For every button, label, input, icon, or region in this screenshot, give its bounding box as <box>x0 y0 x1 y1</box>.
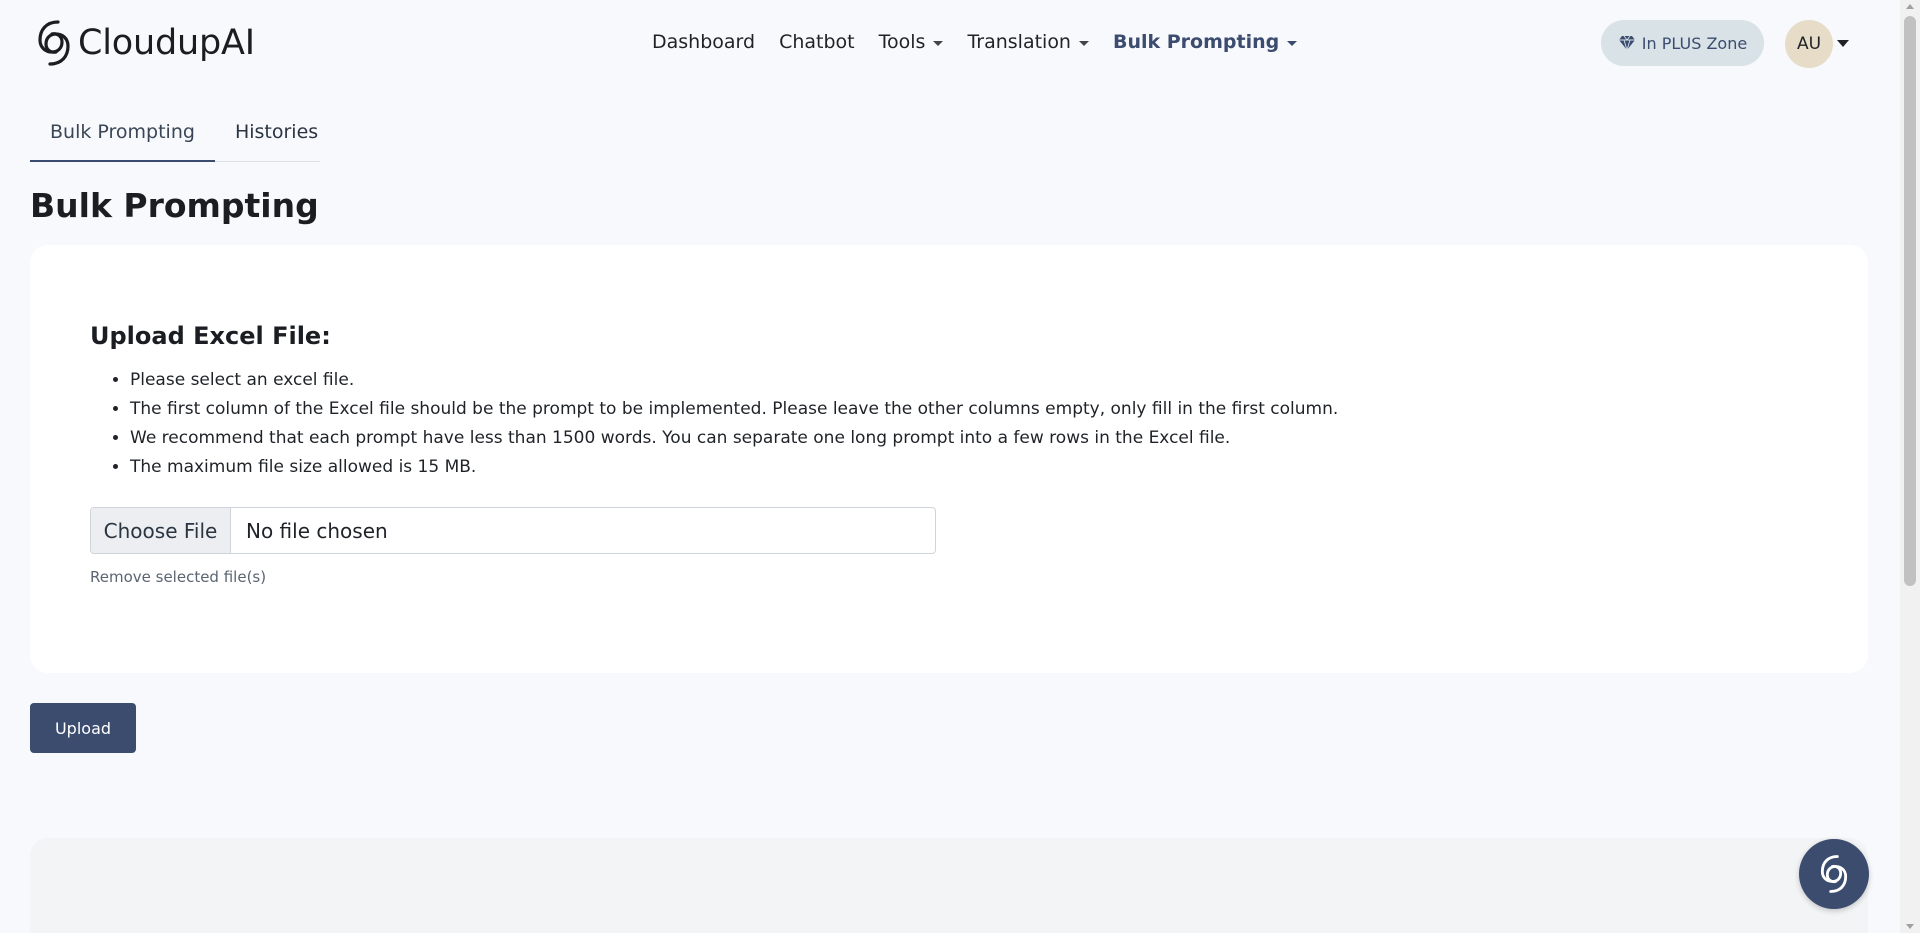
results-panel <box>30 838 1868 933</box>
file-chosen-status: No file chosen <box>246 518 388 543</box>
page-tabs: Bulk Prompting Histories <box>30 110 320 162</box>
tab-bulk-prompting[interactable]: Bulk Prompting <box>30 110 215 162</box>
remove-selected-files-link[interactable]: Remove selected file(s) <box>90 568 266 586</box>
nav-dashboard[interactable]: Dashboard <box>652 30 755 54</box>
nav-bulk-prompting-dropdown[interactable]: Bulk Prompting <box>1112 30 1298 54</box>
page: CloudupAI Dashboard Chatbot Tools Transl… <box>0 0 1920 933</box>
nav-tools-dropdown[interactable]: Tools <box>879 30 944 54</box>
cloudup-logo-icon <box>38 20 70 66</box>
excel-file-input[interactable]: Choose File No file chosen <box>90 507 936 554</box>
nav-chatbot[interactable]: Chatbot <box>779 30 855 54</box>
brand-logo[interactable]: CloudupAI <box>36 18 255 68</box>
avatar-initials: AU <box>1796 34 1822 54</box>
upload-button[interactable]: Upload <box>30 703 136 753</box>
instruction-item: The first column of the Excel file shoul… <box>130 395 1338 424</box>
upload-card: Upload Excel File: Please select an exce… <box>30 245 1868 673</box>
nav-tools-label: Tools <box>878 31 926 53</box>
choose-file-button[interactable]: Choose File <box>91 508 231 553</box>
tab-histories[interactable]: Histories <box>215 110 338 161</box>
scroll-down-arrow-icon[interactable] <box>1906 924 1914 929</box>
caret-down-icon <box>1078 40 1089 46</box>
user-menu-caret-icon[interactable] <box>1837 40 1849 47</box>
scroll-up-arrow-icon[interactable] <box>1906 4 1914 9</box>
main-nav: Dashboard Chatbot Tools Translation Bulk… <box>652 30 1298 54</box>
upload-card-title: Upload Excel File: <box>90 322 331 350</box>
top-navbar: CloudupAI Dashboard Chatbot Tools Transl… <box>0 0 1900 84</box>
diamond-icon <box>1618 35 1635 51</box>
plus-zone-badge[interactable]: In PLUS Zone <box>1601 20 1764 66</box>
nav-translation-dropdown[interactable]: Translation <box>967 30 1089 54</box>
user-avatar[interactable]: AU <box>1785 20 1833 68</box>
chat-assistant-button[interactable] <box>1799 839 1869 909</box>
nav-dashboard-label: Dashboard <box>652 31 756 53</box>
plus-zone-label: In PLUS Zone <box>1641 33 1748 53</box>
caret-down-icon <box>933 40 944 46</box>
brand-name: CloudupAI <box>78 23 255 63</box>
instructions-list: Please select an excel file. The first c… <box>130 366 1338 482</box>
nav-chatbot-label: Chatbot <box>779 31 855 53</box>
instruction-item: The maximum file size allowed is 15 MB. <box>130 453 1338 482</box>
page-title: Bulk Prompting <box>30 186 319 225</box>
instruction-item: We recommend that each prompt have less … <box>130 424 1338 453</box>
nav-bulk-prompting-label: Bulk Prompting <box>1112 31 1280 53</box>
vertical-scrollbar[interactable] <box>1900 0 1920 933</box>
scroll-thumb[interactable] <box>1904 16 1916 586</box>
nav-translation-label: Translation <box>967 31 1071 53</box>
cloudup-logo-icon <box>1820 855 1848 893</box>
caret-down-icon <box>1287 40 1298 46</box>
instruction-item: Please select an excel file. <box>130 366 1338 395</box>
